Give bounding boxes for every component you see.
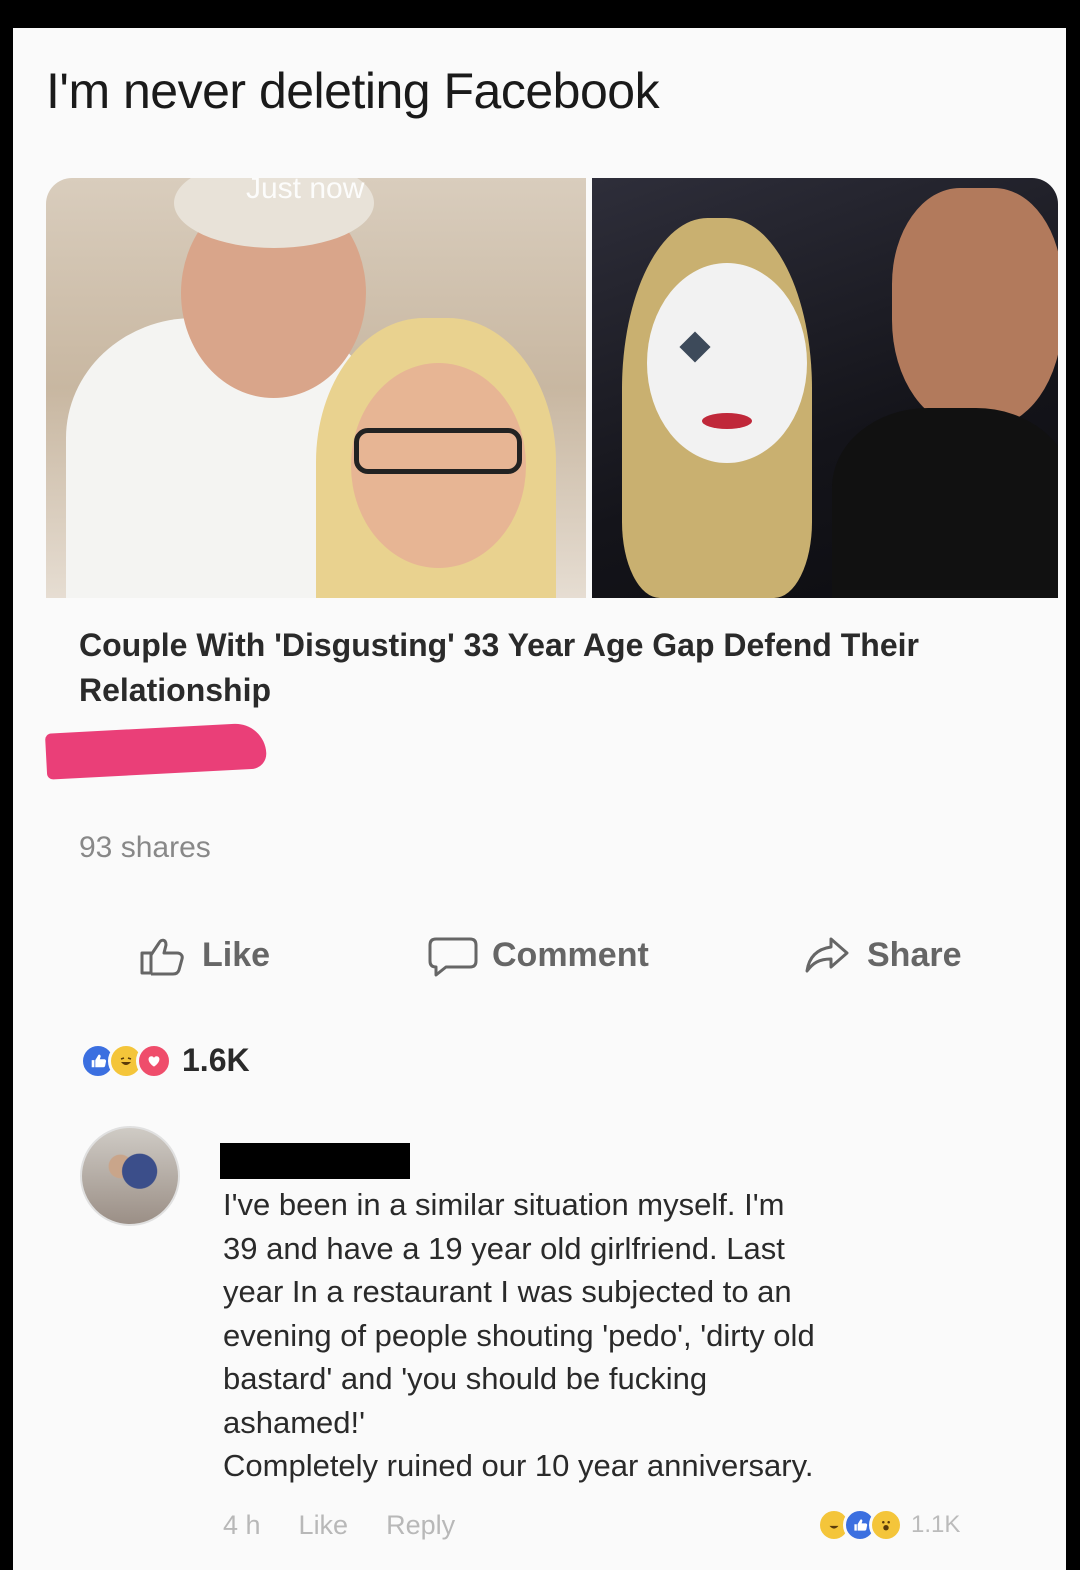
comment-button[interactable]: Comment: [428, 933, 649, 977]
share-label: Share: [867, 935, 962, 974]
love-reaction-icon: [136, 1042, 172, 1079]
photo-couple-left: Just now: [46, 178, 586, 598]
share-count[interactable]: 93 shares: [79, 831, 211, 865]
comment-timestamp: 4 h: [223, 1510, 261, 1540]
comment-reply-link[interactable]: Reply: [386, 1510, 455, 1541]
image-overlay-text: Just now: [246, 178, 365, 205]
comment-reactions[interactable]: 1.1K: [817, 1508, 960, 1542]
screenshot-frame: I'm never deleting Facebook Just now Cou…: [13, 28, 1066, 1570]
comment-line: evening of people shouting 'pedo', 'dirt…: [223, 1317, 815, 1353]
reaction-count: 1.6K: [182, 1042, 250, 1078]
thumbs-up-icon: [140, 938, 184, 976]
comment-line: ashamed!': [223, 1404, 366, 1440]
man-face-right-shape: [892, 188, 1058, 428]
comment-meta: 4 h Like Reply: [223, 1510, 455, 1541]
like-label: Like: [202, 935, 271, 974]
comment-line: 39 and have a 19 year old girlfriend. La…: [223, 1230, 785, 1266]
share-button[interactable]: Share: [803, 933, 962, 977]
comment-line: year In a restaurant I was subjected to …: [223, 1274, 792, 1309]
man-shirt-right-shape: [832, 408, 1058, 598]
comment-bubble-icon: [428, 937, 478, 977]
clown-lips-shape: [702, 413, 752, 429]
glasses-shape: [354, 428, 522, 474]
comment-line: Completely ruined our 10 year anniversar…: [223, 1448, 814, 1483]
post-reactions[interactable]: 1.6K: [80, 1042, 250, 1079]
share-arrow-icon: [805, 937, 849, 973]
commenter-name-redacted: [220, 1143, 410, 1179]
comment-body: I've been in a similar situation myself.…: [223, 1183, 1003, 1488]
redaction-mark: [44, 722, 268, 780]
like-button[interactable]: Like: [138, 933, 270, 977]
commenter-avatar[interactable]: [80, 1126, 180, 1226]
link-headline[interactable]: Couple With 'Disgusting' 33 Year Age Gap…: [79, 623, 999, 713]
comment-line: bastard' and 'you should be fucking: [223, 1361, 708, 1396]
comment-label: Comment: [492, 935, 649, 974]
photo-couple-right: [586, 178, 1058, 598]
comment-line: I've been in a similar situation myself.…: [223, 1187, 785, 1222]
comment-like-link[interactable]: Like: [299, 1510, 349, 1541]
wow-reaction-icon: [869, 1508, 903, 1542]
link-preview-image[interactable]: Just now: [46, 178, 1058, 598]
post-title: I'm never deleting Facebook: [46, 63, 660, 119]
clown-face-shape: [647, 263, 807, 463]
comment-reaction-count: 1.1K: [911, 1511, 961, 1538]
post-actions-bar: Like Comment Share: [13, 933, 1066, 983]
